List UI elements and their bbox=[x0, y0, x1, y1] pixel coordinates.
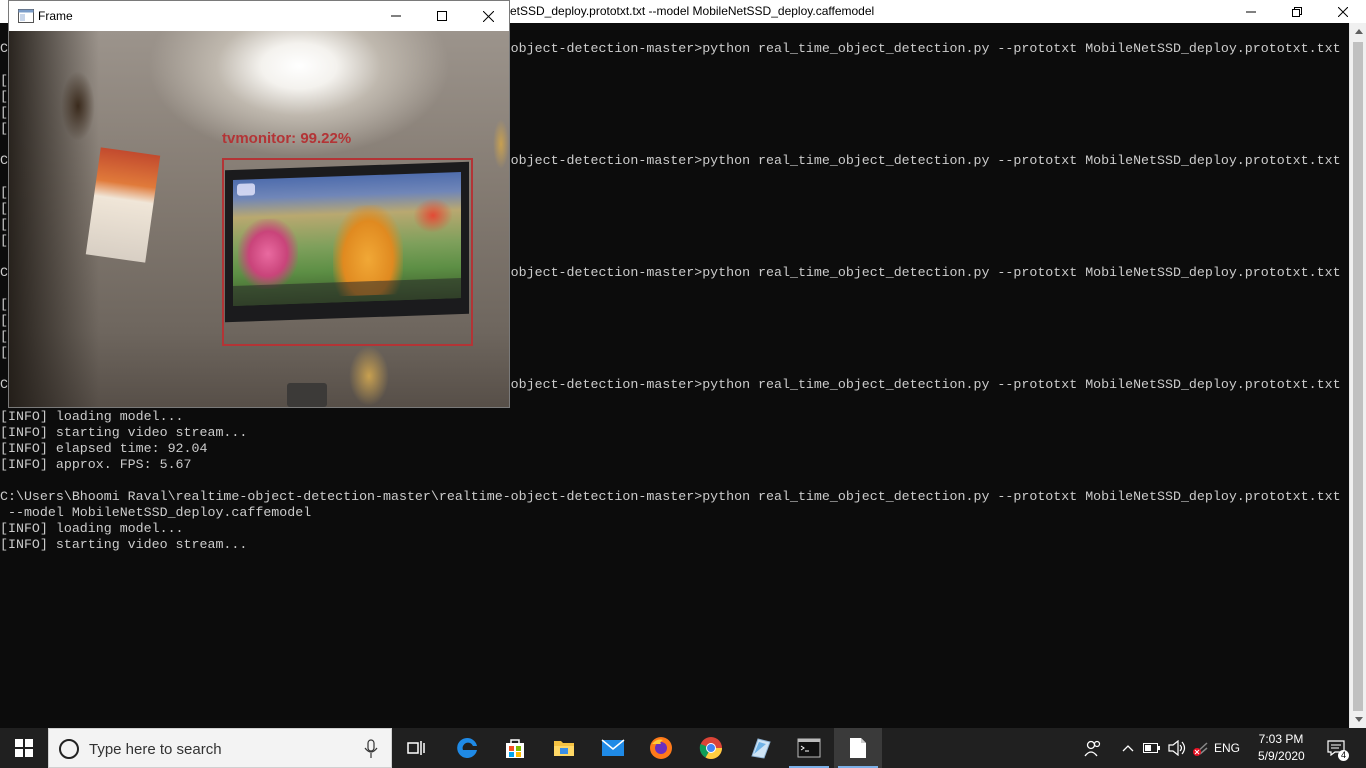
console-line: [INFO] approx. FPS: 5.67 bbox=[0, 457, 192, 472]
console-line: [ bbox=[0, 201, 8, 216]
wall-clock bbox=[61, 71, 95, 141]
restore-icon bbox=[1292, 6, 1302, 17]
console-line: [ bbox=[0, 345, 8, 360]
close-icon bbox=[1338, 6, 1348, 17]
action-center-button[interactable] bbox=[1316, 728, 1356, 768]
windows-logo-icon bbox=[15, 739, 33, 757]
network-disconnected-icon bbox=[1193, 742, 1208, 756]
maximize-icon bbox=[437, 11, 447, 21]
console-line: [ bbox=[0, 217, 8, 232]
scrollbar-thumb[interactable] bbox=[1353, 42, 1363, 711]
scroll-up-arrow-icon[interactable] bbox=[1350, 23, 1366, 40]
microphone-icon[interactable] bbox=[363, 739, 379, 759]
frame-window[interactable]: Frame tvmonitor: 99.22% bbox=[8, 0, 510, 408]
close-button[interactable] bbox=[1320, 0, 1366, 23]
console-line: [ bbox=[0, 121, 8, 136]
task-view-button[interactable] bbox=[392, 728, 440, 768]
clock-date[interactable]: 5/9/2020 bbox=[1258, 749, 1305, 763]
task-view-icon bbox=[407, 741, 425, 755]
console-line: [INFO] loading model... bbox=[0, 521, 184, 536]
console-line: [ bbox=[0, 233, 8, 248]
minimize-icon bbox=[391, 15, 401, 17]
console-line: --model MobileNetSSD_deploy.caffemodel bbox=[0, 505, 312, 520]
console-line: [INFO] loading model... bbox=[0, 409, 184, 424]
clock-time[interactable]: 7:03 PM bbox=[1258, 732, 1304, 746]
statue bbox=[349, 346, 389, 406]
command-prompt-app[interactable] bbox=[785, 728, 833, 768]
chrome-app[interactable] bbox=[687, 728, 735, 768]
start-button[interactable] bbox=[0, 728, 48, 768]
scroll-down-arrow-icon[interactable] bbox=[1350, 711, 1366, 728]
document-icon bbox=[850, 738, 866, 758]
console-line: [ bbox=[0, 105, 8, 120]
frame-close-button[interactable] bbox=[465, 1, 511, 31]
command-prompt-icon bbox=[797, 738, 821, 758]
search-placeholder: Type here to search bbox=[89, 741, 222, 758]
battery-button[interactable] bbox=[1142, 728, 1162, 768]
console-line: [ bbox=[0, 329, 8, 344]
detection-label: tvmonitor: 99.22% bbox=[222, 130, 352, 147]
vertical-scrollbar[interactable] bbox=[1349, 23, 1366, 728]
edge-app[interactable] bbox=[443, 728, 491, 768]
wall-ornament bbox=[493, 119, 509, 169]
chrome-icon bbox=[699, 737, 722, 759]
frame-minimize-button[interactable] bbox=[373, 1, 419, 31]
network-button[interactable] bbox=[1190, 728, 1212, 768]
console-line: [ bbox=[0, 89, 8, 104]
notification-count-badge: 4 bbox=[1338, 750, 1349, 761]
console-line: [ bbox=[0, 297, 8, 312]
console-line: [ bbox=[0, 185, 8, 200]
people-button[interactable] bbox=[1080, 728, 1106, 768]
restore-button[interactable] bbox=[1274, 0, 1320, 23]
firefox-icon bbox=[650, 737, 672, 759]
detection-bounding-box bbox=[222, 158, 473, 346]
search-box[interactable]: Type here to search bbox=[48, 728, 392, 768]
file-explorer-app[interactable] bbox=[540, 728, 588, 768]
cortana-icon bbox=[59, 739, 79, 759]
console-line: [INFO] starting video stream... bbox=[0, 425, 248, 440]
store-app[interactable] bbox=[491, 728, 539, 768]
document-app[interactable] bbox=[834, 728, 882, 768]
mail-app[interactable] bbox=[589, 728, 637, 768]
notepad-app[interactable] bbox=[736, 728, 784, 768]
minimize-icon bbox=[1246, 11, 1256, 12]
console-line: [ bbox=[0, 73, 8, 88]
input-language-indicator[interactable]: ENG bbox=[1214, 741, 1240, 755]
folder-icon bbox=[554, 741, 574, 756]
console-line: C:\Users\Bhoomi Raval\realtime-object-de… bbox=[0, 489, 1341, 504]
console-line: [INFO] elapsed time: 92.04 bbox=[0, 441, 208, 456]
edge-icon bbox=[457, 737, 477, 758]
console-title: etSSD_deploy.prototxt.txt --model Mobile… bbox=[510, 4, 875, 18]
taskbar: Type here to search ENG 7:03 PM 5/9/2020… bbox=[0, 728, 1366, 768]
notepad-icon bbox=[751, 738, 771, 759]
show-hidden-icons-button[interactable] bbox=[1118, 728, 1138, 768]
camera-feed: tvmonitor: 99.22% bbox=[9, 31, 509, 407]
close-icon bbox=[482, 10, 494, 22]
chevron-up-icon bbox=[1122, 745, 1134, 752]
firefox-app[interactable] bbox=[637, 728, 685, 768]
window-app-icon bbox=[18, 9, 34, 23]
store-icon bbox=[506, 739, 524, 758]
minimize-button[interactable] bbox=[1228, 0, 1274, 23]
console-line: [INFO] starting video stream... bbox=[0, 537, 248, 552]
frame-title: Frame bbox=[38, 9, 73, 23]
people-icon bbox=[1084, 740, 1101, 757]
battery-icon bbox=[1143, 743, 1160, 753]
volume-button[interactable] bbox=[1166, 728, 1188, 768]
mail-icon bbox=[601, 739, 625, 756]
frame-maximize-button[interactable] bbox=[419, 1, 465, 31]
set-top-box bbox=[287, 383, 327, 407]
frame-titlebar[interactable]: Frame bbox=[9, 1, 509, 31]
volume-icon bbox=[1168, 740, 1186, 756]
console-line: [ bbox=[0, 313, 8, 328]
